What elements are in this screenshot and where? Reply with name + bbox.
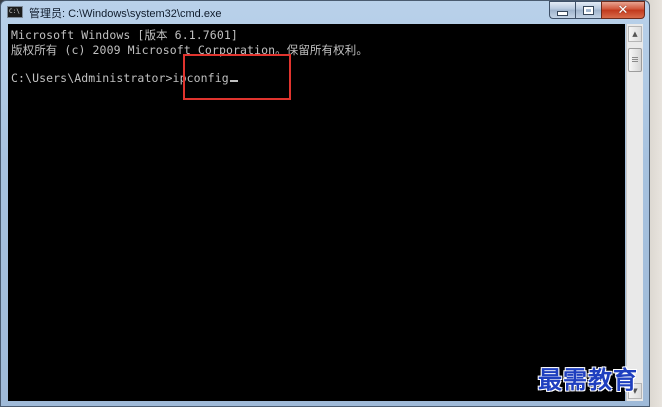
thumb-grip-line bbox=[632, 57, 638, 58]
console-line-version: Microsoft Windows [版本 6.1.7601] bbox=[11, 28, 238, 42]
minimize-icon bbox=[557, 11, 568, 16]
maximize-icon bbox=[583, 5, 594, 15]
maximize-button[interactable] bbox=[575, 1, 601, 19]
thumb-grip-line bbox=[632, 61, 638, 62]
console-output[interactable]: Microsoft Windows [版本 6.1.7601] 版权所有 (c)… bbox=[8, 24, 625, 401]
title-bar[interactable]: C:\ 管理员: C:\Windows\system32\cmd.exe ✕ bbox=[1, 1, 649, 23]
thumb-grip-line bbox=[632, 59, 638, 60]
vertical-scrollbar[interactable]: ▲ ▼ bbox=[626, 24, 643, 401]
console-prompt: C:\Users\Administrator> bbox=[11, 71, 173, 85]
window-controls: ✕ bbox=[549, 1, 645, 20]
scroll-up-button[interactable]: ▲ bbox=[628, 26, 642, 42]
cmd-icon[interactable]: C:\ bbox=[7, 6, 23, 18]
minimize-button[interactable] bbox=[549, 1, 575, 19]
close-button[interactable]: ✕ bbox=[601, 1, 645, 19]
command-highlight-box bbox=[183, 54, 291, 100]
scroll-thumb[interactable] bbox=[628, 48, 642, 72]
window-title: 管理员: C:\Windows\system32\cmd.exe bbox=[29, 8, 222, 20]
watermark-logo: 最需教育 bbox=[538, 365, 638, 394]
close-icon: ✕ bbox=[617, 2, 629, 18]
cmd-window: C:\ 管理员: C:\Windows\system32\cmd.exe ✕ M… bbox=[0, 0, 650, 407]
